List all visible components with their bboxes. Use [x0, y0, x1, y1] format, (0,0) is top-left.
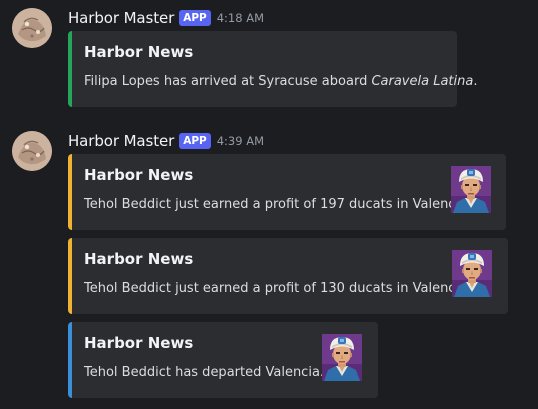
embed: Harbor News Filipa Lopes has arrived at …: [68, 31, 477, 107]
embed: Harbor News Tehol Beddict has departed V…: [68, 322, 378, 398]
ship-name: Caravela Latina: [371, 74, 474, 89]
username[interactable]: Harbor Master: [68, 9, 174, 27]
avatar[interactable]: [12, 131, 52, 171]
message-header: Harbor Master APP 4:18 AM: [68, 8, 264, 28]
app-tag: APP: [179, 10, 211, 26]
embed: Harbor News Tehol Beddict just earned a …: [68, 238, 508, 314]
merchant-portrait-thumbnail[interactable]: [322, 334, 362, 381]
merchant-portrait-thumbnail[interactable]: [451, 166, 491, 213]
timestamp[interactable]: 4:18 AM: [217, 11, 264, 25]
embed-title: Harbor News: [84, 250, 194, 268]
embed-description-end: .: [473, 74, 478, 89]
embed: Harbor News Tehol Beddict just earned a …: [68, 154, 506, 230]
timestamp[interactable]: 4:39 AM: [217, 134, 264, 148]
embed-description: Tehol Beddict just earned a profit of 13…: [84, 281, 473, 296]
embed-title: Harbor News: [84, 334, 194, 352]
embed-title: Harbor News: [84, 43, 194, 61]
avatar[interactable]: [12, 8, 52, 48]
message-header: Harbor Master APP 4:39 AM: [68, 131, 264, 151]
merchant-portrait-thumbnail[interactable]: [452, 250, 492, 297]
embed-description: Filipa Lopes has arrived at Syracuse abo…: [84, 74, 477, 89]
app-tag: APP: [179, 133, 211, 149]
embed-title: Harbor News: [84, 166, 194, 184]
embed-description: Tehol Beddict just earned a profit of 19…: [84, 197, 473, 212]
embed-description-text: Filipa Lopes has arrived at Syracuse abo…: [84, 74, 372, 89]
embed-description: Tehol Beddict has departed Valencia.: [84, 365, 325, 380]
username[interactable]: Harbor Master: [68, 132, 174, 150]
